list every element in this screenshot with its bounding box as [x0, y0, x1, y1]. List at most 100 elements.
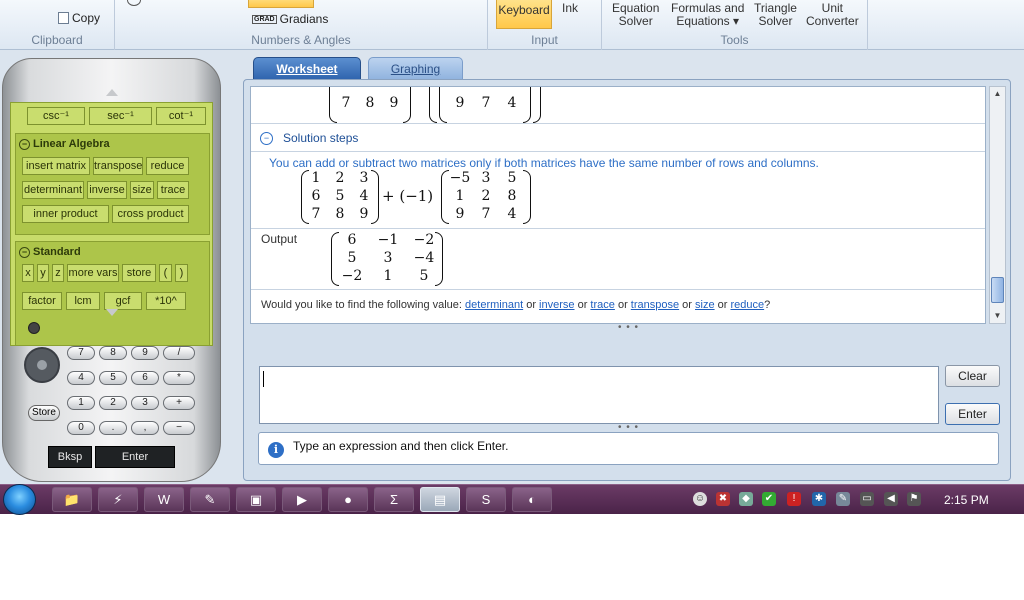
inverse-key[interactable]: inverse	[87, 181, 127, 199]
chat-tray-icon[interactable]: ☺	[693, 492, 707, 506]
cot-inverse-key[interactable]: cot⁻¹	[156, 107, 206, 125]
power-ten-key[interactable]: *10^	[146, 292, 186, 310]
tab-worksheet[interactable]: Worksheet	[253, 57, 361, 81]
scrollbar-thumb[interactable]	[991, 277, 1004, 303]
lightning-icon[interactable]: ⚡	[98, 487, 138, 512]
display-tray-icon[interactable]: ▭	[860, 492, 874, 506]
matrix-cell: 3	[383, 250, 393, 266]
key-comma[interactable]: ,	[131, 421, 159, 435]
factor-key[interactable]: factor	[22, 292, 62, 310]
link-trace[interactable]: trace	[590, 299, 614, 311]
formulas-equations-button[interactable]: Formulas and Equations ▾	[671, 2, 744, 28]
trace-key[interactable]: trace	[157, 181, 189, 199]
volume-icon[interactable]: ◀	[884, 492, 898, 506]
tablet-tray-icon[interactable]: ✎	[836, 492, 850, 506]
key-9[interactable]: 9	[131, 346, 159, 360]
keyboard-button[interactable]: Keyboard	[496, 0, 552, 29]
standard-header[interactable]: − Standard	[19, 246, 81, 258]
security-tray-icon[interactable]: ✖	[716, 492, 730, 506]
calculator-panel: csc⁻¹ sec⁻¹ cot⁻¹ − Linear Algebra insert…	[2, 58, 221, 482]
lcm-key[interactable]: lcm	[66, 292, 100, 310]
equation-solver-button[interactable]: Equation Solver	[612, 2, 659, 28]
determinant-key[interactable]: determinant	[22, 181, 84, 199]
worksheet-scrollbar[interactable]: ▲ ▼	[989, 86, 1006, 324]
var-y-key[interactable]: y	[37, 264, 49, 282]
math-calculator-icon[interactable]: ▤	[420, 487, 460, 512]
sec-inverse-key[interactable]: sec⁻¹	[89, 107, 152, 125]
more-vars-key[interactable]: more vars	[67, 264, 119, 282]
key-2[interactable]: 2	[99, 396, 127, 410]
csc-inverse-key[interactable]: csc⁻¹	[27, 107, 85, 125]
copy-button[interactable]: Copy	[58, 11, 100, 25]
size-key[interactable]: size	[130, 181, 154, 199]
close-paren-key[interactable]: )	[175, 264, 188, 282]
store-button[interactable]: Store	[28, 405, 60, 421]
tab-graphing[interactable]: Graphing	[368, 57, 463, 81]
insert-matrix-key[interactable]: insert matrix	[22, 157, 90, 175]
link-size[interactable]: size	[695, 299, 715, 311]
scroll-down-arrow-icon[interactable]: ▼	[991, 309, 1004, 323]
media-player-icon[interactable]: ▶	[282, 487, 322, 512]
key-divide[interactable]: /	[163, 346, 195, 360]
store-key[interactable]: store	[122, 264, 156, 282]
direction-pad[interactable]	[24, 347, 60, 383]
math-sigma-icon[interactable]: Σ	[374, 487, 414, 512]
calculator-enter-button[interactable]: Enter	[95, 446, 175, 468]
clock[interactable]: 2:15 PM	[944, 493, 989, 507]
paint-icon[interactable]: ◐	[512, 487, 552, 512]
bluetooth-tray-icon[interactable]: ✱	[812, 492, 826, 506]
key-4[interactable]: 4	[67, 371, 95, 385]
flag-icon[interactable]: ⚑	[907, 492, 921, 506]
expression-input[interactable]	[259, 366, 939, 424]
link-reduce[interactable]: reduce	[730, 299, 764, 311]
cross-product-key[interactable]: cross product	[112, 205, 189, 223]
link-inverse[interactable]: inverse	[539, 299, 574, 311]
folder-icon[interactable]: 📁	[52, 487, 92, 512]
network-tray-icon[interactable]: ◆	[739, 492, 753, 506]
snagit-icon[interactable]: S	[466, 487, 506, 512]
key-minus[interactable]: −	[163, 421, 195, 435]
key-3[interactable]: 3	[131, 396, 159, 410]
var-z-key[interactable]: z	[52, 264, 64, 282]
triangle-solver-button[interactable]: Triangle Solver	[754, 2, 797, 28]
alert-tray-icon[interactable]: !	[787, 492, 801, 506]
transpose-key[interactable]: transpose	[93, 157, 143, 175]
start-button[interactable]	[0, 483, 40, 516]
reduce-key[interactable]: reduce	[146, 157, 189, 175]
word-icon[interactable]: W	[144, 487, 184, 512]
key-8[interactable]: 8	[99, 346, 127, 360]
radians-button[interactable]	[248, 0, 314, 8]
key-1[interactable]: 1	[67, 396, 95, 410]
scroll-up-icon[interactable]	[106, 89, 118, 96]
splitter-handle[interactable]: • • •	[618, 322, 639, 333]
key-6[interactable]: 6	[131, 371, 159, 385]
solution-steps-toggle[interactable]: − Solution steps	[260, 131, 358, 145]
backspace-button[interactable]: Bksp	[48, 446, 92, 468]
inner-product-key[interactable]: inner product	[22, 205, 109, 223]
key-0[interactable]: 0	[67, 421, 95, 435]
key-decimal[interactable]: .	[99, 421, 127, 435]
firefox-icon[interactable]: ●	[328, 487, 368, 512]
link-transpose[interactable]: transpose	[631, 299, 679, 311]
power-icon[interactable]	[28, 322, 40, 334]
clear-button[interactable]: Clear	[945, 365, 1000, 387]
radio-icon[interactable]	[127, 0, 141, 6]
tools-icon[interactable]: ✎	[190, 487, 230, 512]
update-tray-icon[interactable]: ✔	[762, 492, 776, 506]
key-plus[interactable]: +	[163, 396, 195, 410]
link-determinant[interactable]: determinant	[465, 299, 523, 311]
scroll-up-arrow-icon[interactable]: ▲	[991, 87, 1004, 101]
presentation-icon[interactable]: ▣	[236, 487, 276, 512]
scroll-down-icon[interactable]	[106, 309, 118, 316]
gcf-key[interactable]: gcf	[104, 292, 142, 310]
gradians-button[interactable]: GRAD Gradians	[252, 12, 328, 26]
linear-algebra-header[interactable]: − Linear Algebra	[19, 138, 110, 150]
key-5[interactable]: 5	[99, 371, 127, 385]
open-paren-key[interactable]: (	[159, 264, 172, 282]
enter-button[interactable]: Enter	[945, 403, 1000, 425]
unit-converter-button[interactable]: Unit Converter	[806, 2, 859, 28]
key-multiply[interactable]: *	[163, 371, 195, 385]
var-x-key[interactable]: x	[22, 264, 34, 282]
key-7[interactable]: 7	[67, 346, 95, 360]
ink-button[interactable]: Ink	[562, 2, 578, 15]
